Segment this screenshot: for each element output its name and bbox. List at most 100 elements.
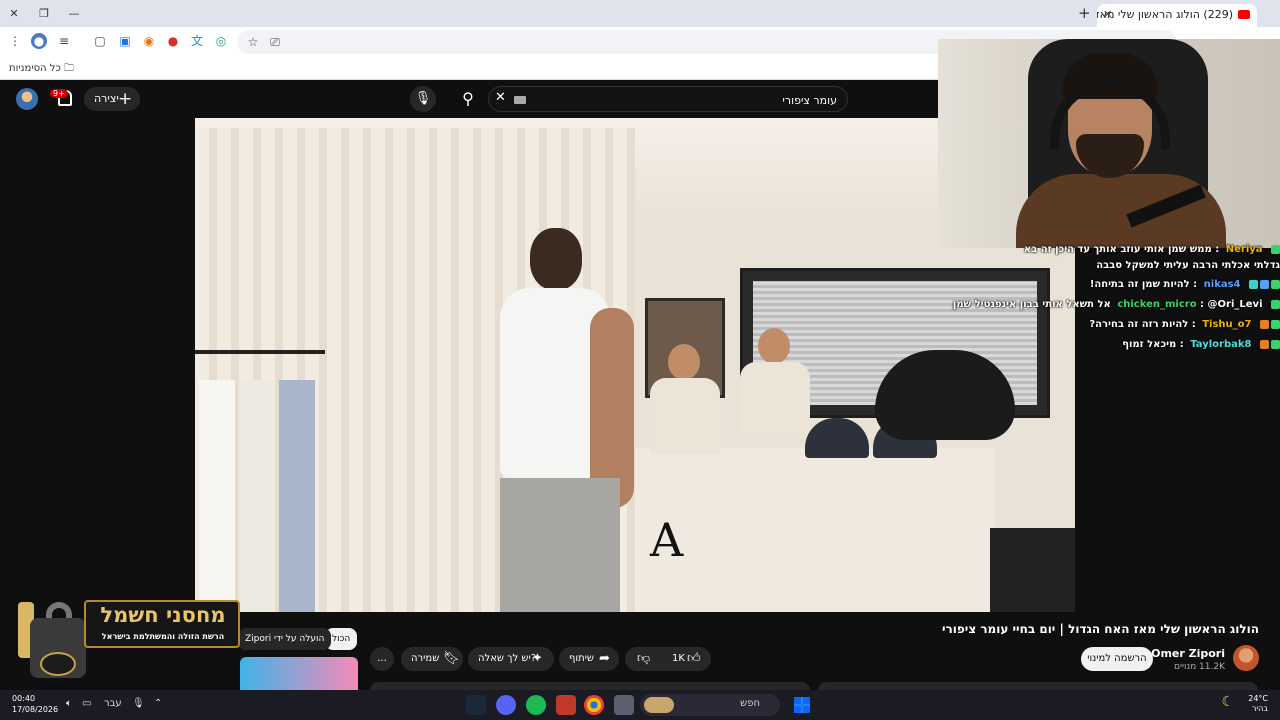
volume-icon[interactable]: 🔈︎ [66,698,72,709]
weather-temp: 24°C [1248,694,1268,703]
subscribe-button[interactable]: הרשמה למינוי [1081,647,1153,671]
new-tab-button[interactable]: + [1078,4,1092,23]
video-person-main [480,228,640,612]
video-title: הולוג הראשון שלי מאז האח הגדול | יום בחי… [942,622,1259,636]
file-explorer-icon[interactable] [614,695,634,715]
taskbar: 00:40 17/08/2026 🔈︎ ▭ עבר 🎙︎ ⌃ חפש ☾ 24°… [0,690,1280,720]
tab-title: (229) הולוג הראשון שלי מאז האח [1097,8,1233,21]
extension-avatar-icon[interactable]: ● [165,33,181,49]
ask-label: יש לך שאלה? [478,653,537,664]
extension-orange-icon[interactable]: ◉ [141,33,157,49]
close-tab-icon[interactable]: ✕ [1103,4,1112,26]
dislike-icon[interactable]: 👎︎ [637,647,650,671]
sponsor-title: מחסני חשמל [100,603,226,627]
avatar[interactable] [16,88,38,110]
share-label: שיתוף [569,653,595,664]
like-count[interactable]: 1K [672,647,685,671]
star-icon[interactable]: ☆ [245,34,261,50]
sparkle-icon: ✦ [532,651,543,666]
moon-icon: ☾ [1221,694,1234,710]
search-button[interactable]: ⚲ [448,86,488,112]
chat-line: גדלתי אכלתי הרבה עליתי למשקל סבבה [1096,260,1280,271]
minimize-window-button[interactable]: — [64,5,84,22]
spotify-icon[interactable] [526,695,546,715]
chat-message: להיות רזה זה בחירה? [1089,319,1189,330]
voice-search-icon[interactable]: 🎙 [410,86,436,112]
screen: ✕ ❐ — + (229) הולוג הראשון שלי מאז האח ✕… [0,0,1280,720]
share-button[interactable]: שיתוף ➦ [559,647,619,671]
sponsor-logo: מחסני חשמל הרשת הזולה והמשתלמת בישראל [18,572,240,682]
chat-message: ממש שמן אותי עוזב אותך עד היכן זה בא [1023,244,1212,255]
media-icon[interactable]: ≡ [56,33,72,49]
chrome-icon[interactable] [584,695,604,715]
chat-line: nikas4 : להיות שמן זה בתיחה! [1090,279,1280,290]
video-letter: A [650,513,684,567]
channel-name[interactable]: Omer Zipori [1151,647,1225,660]
taskbar-search[interactable]: חפש [640,694,780,716]
chat-line: Tishu_o7 : להיות רזה זה בחירה? [1089,319,1280,330]
steam-icon[interactable] [466,695,486,715]
sponsor-subtitle: הרשת הזולה והמשתלמת בישראל [101,632,225,641]
taskbar-search-label: חפש [740,698,760,709]
language-indicator[interactable]: עבר [104,698,122,709]
more-actions-button[interactable]: ... [370,647,394,671]
like-icon[interactable]: 👍︎ [687,647,701,671]
clock-date: 17/08/2026 [12,705,59,714]
save-label: שמירה [411,653,440,664]
windows-start-icon[interactable] [794,697,810,713]
chevron-up-icon[interactable]: ⌃ [154,698,162,709]
bookmarks-folder-label: כל הסימניות [9,63,61,74]
extension-translate-icon[interactable]: 文 [189,33,205,49]
search-input[interactable] [537,91,837,109]
extensions-icon[interactable]: ▢ [92,33,108,49]
maximize-window-button[interactable]: ❐ [34,5,54,22]
install-app-icon[interactable]: ⎚ [267,34,283,50]
keyboard-icon[interactable] [514,96,526,104]
create-button[interactable]: יצירה + [84,87,140,111]
webcam-overlay [938,39,1280,248]
comments-box[interactable] [818,682,1258,690]
video-person-right [740,328,810,438]
video-person-left [650,344,720,454]
recommendation-thumbnail[interactable] [240,657,358,690]
save-button[interactable]: שמירה 🔖︎ [401,647,463,671]
profile-icon[interactable]: ● [31,33,47,49]
discord-icon[interactable] [496,695,516,715]
tab-strip: ✕ ❐ — + (229) הולוג הראשון שלי מאז האח ✕ [0,0,1280,27]
chat-overlay: Neriya : ממש שמן אותי עוזב אותך עד היכן … [948,240,1280,360]
chat-line: chicken_micro : @Ori_Levi אל תשאל אותי ב… [953,299,1280,310]
youtube-favicon-icon [1238,10,1250,19]
clear-search-icon[interactable]: ✕ [495,90,506,105]
chat-message: @Ori_Levi אל תשאל אותי בבון אינפנטיל שמן [952,299,1263,310]
subscriber-count: 11.2K מנויים [1174,662,1225,672]
shopping-bag [990,528,1075,612]
chat-line: Taylorbak8 : מיכאל זמוף [1122,339,1280,350]
ask-button[interactable]: יש לך שאלה? ✦ [468,647,554,671]
bookmark-icon: 🔖︎ [443,651,460,666]
folder-icon: 🗀 [63,63,74,74]
description-box[interactable] [370,682,810,690]
chat-line: Neriya : ממש שמן אותי עוזב אותך עד היכן … [1024,244,1280,255]
menu-icon[interactable]: ⋮ [7,33,23,49]
plus-icon: + [118,89,133,109]
chip-uploaded-by[interactable]: הועלה על ידי Zipori [238,628,332,650]
search-highlight-icon [644,697,674,713]
weather-desc: בהיר [1251,704,1268,713]
channel-avatar[interactable] [1233,645,1259,671]
video-counter [635,448,995,612]
create-label: יצירה [94,92,119,105]
microphone-icon[interactable]: 🎙︎ [132,698,145,709]
monitor-icon[interactable]: ▭ [82,698,91,709]
extension-screen-icon[interactable]: ▣ [117,33,133,49]
close-window-button[interactable]: ✕ [4,5,24,22]
clock-time: 00:40 [12,694,36,703]
weather-widget[interactable]: ☾ 24°C בהיר [1221,694,1268,714]
bookmarks-folder[interactable]: כל הסימניות 🗀 [9,61,74,78]
clock[interactable]: 00:40 17/08/2026 [12,693,58,715]
extension-green-icon[interactable]: ◎ [213,33,229,49]
search-box: ✕ [488,86,848,112]
tab-youtube[interactable]: (229) הולוג הראשון שלי מאז האח ✕ [1097,4,1257,27]
app-icon[interactable] [556,695,576,715]
youtube-header: 9+ יצירה + 🎙 ⚲ ✕ [0,80,940,118]
chat-user: chicken_micro [1117,299,1197,310]
